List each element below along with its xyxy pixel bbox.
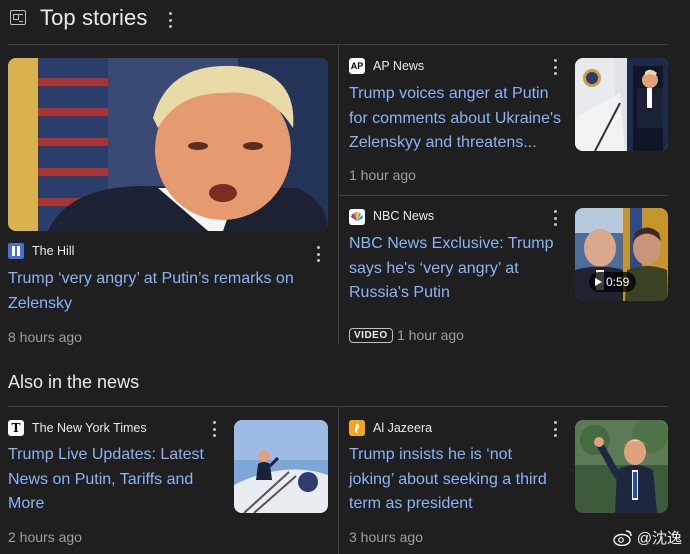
publisher-name: Al Jazeera — [373, 421, 433, 435]
story-menu-icon[interactable] — [553, 421, 557, 437]
newspaper-icon — [10, 10, 26, 25]
column-divider — [338, 44, 339, 344]
story-thumbnail-ap[interactable] — [575, 58, 668, 151]
play-icon — [595, 278, 602, 286]
story-headline[interactable]: NBC News Exclusive: Trump says he's ‘ver… — [349, 232, 571, 306]
story-headline[interactable]: Trump Live Updates: Latest News on Putin… — [8, 443, 230, 517]
story-thumbnail-al-jazeera[interactable] — [575, 420, 668, 513]
duration-label: 0:59 — [606, 275, 630, 289]
weibo-icon — [613, 530, 632, 546]
story-time: 1 hour ago — [397, 327, 464, 343]
page-title: Top stories — [40, 5, 148, 30]
publisher-name: The Hill — [32, 244, 75, 258]
story-menu-icon[interactable] — [316, 246, 320, 262]
story-menu-icon[interactable] — [553, 210, 557, 226]
story-menu-icon[interactable] — [553, 59, 557, 75]
story-menu-icon[interactable] — [212, 421, 216, 437]
story-thumbnail-nyt[interactable] — [234, 420, 328, 513]
publisher-name: AP News — [373, 59, 425, 73]
ap-news-logo-icon: AP — [349, 58, 365, 74]
al-jazeera-logo-icon — [349, 420, 365, 436]
story-time: 3 hours ago — [349, 529, 423, 545]
video-duration: 0:59 — [589, 272, 637, 292]
column-divider — [338, 407, 339, 554]
nyt-logo-icon: T — [8, 420, 24, 436]
divider — [339, 195, 668, 196]
publisher-name: NBC News — [373, 209, 435, 223]
story-thumbnail-the-hill[interactable] — [8, 58, 328, 231]
publisher-name: The New York Times — [32, 421, 147, 435]
story-thumbnail-nbc-video[interactable]: 0:59 — [575, 208, 668, 301]
story-headline[interactable]: Trump insists he is ‘not joking’ about s… — [349, 443, 571, 517]
story-time: 1 hour ago — [349, 167, 416, 183]
story-time: 2 hours ago — [8, 529, 82, 545]
watermark: @沈逸 — [613, 527, 682, 548]
watermark-text: @沈逸 — [636, 530, 682, 547]
video-badge: VIDEO — [349, 328, 393, 343]
story-headline[interactable]: Trump ‘very angry’ at Putin’s remarks on… — [8, 267, 328, 316]
section-menu-icon[interactable] — [168, 12, 172, 28]
story-time: 8 hours ago — [8, 329, 82, 345]
the-hill-logo-icon — [8, 243, 24, 259]
nbc-peacock-logo-icon — [349, 209, 365, 225]
story-headline[interactable]: Trump voices anger at Putin for comments… — [349, 82, 571, 156]
section-title: Also in the news — [8, 372, 140, 392]
